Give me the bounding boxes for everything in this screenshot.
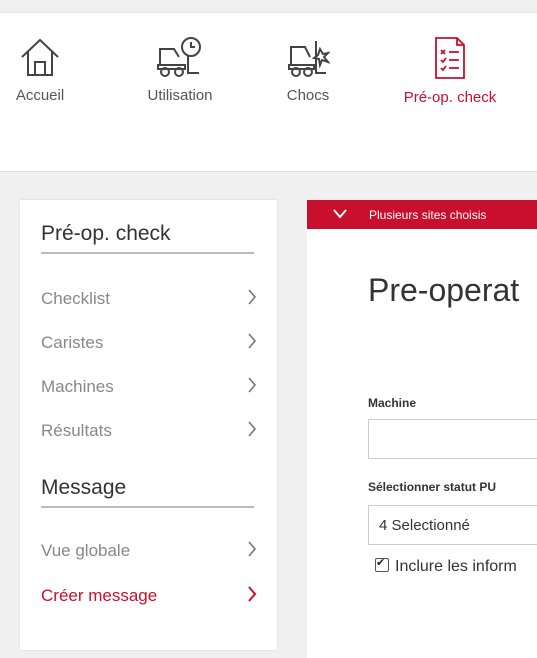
divider xyxy=(41,506,254,508)
site-selection-banner[interactable]: Plusieurs sites choisis xyxy=(307,200,537,229)
nav-item-accueil[interactable]: Accueil xyxy=(4,35,76,104)
include-info-row[interactable]: Inclure les inform xyxy=(375,556,517,576)
machine-input[interactable] xyxy=(368,419,537,459)
nav-item-chocs[interactable]: Chocs xyxy=(272,35,344,104)
status-label: Sélectionner statut PU xyxy=(368,480,497,494)
forklift-clock-icon xyxy=(157,37,201,77)
chevron-right-icon xyxy=(248,586,257,602)
sidebar-item-machines[interactable]: Machines xyxy=(41,377,257,401)
status-select-value: 4 Selectionné xyxy=(379,517,470,534)
sidebar-item-label: Machines xyxy=(41,377,114,396)
machine-label: Machine xyxy=(368,396,417,410)
sidebar-item-label: Checklist xyxy=(41,289,110,308)
sidebar-section-title: Pré-op. check xyxy=(41,222,171,245)
sidebar-item-resultats[interactable]: Résultats xyxy=(41,421,257,445)
home-icon xyxy=(21,38,59,76)
nav-label: Accueil xyxy=(15,87,65,104)
chevron-right-icon xyxy=(248,377,257,393)
sidebar-item-creer-message[interactable]: Créer message xyxy=(41,586,257,610)
nav-label: Utilisation xyxy=(147,87,213,104)
sidebar-item-label: Créer message xyxy=(41,586,158,605)
divider xyxy=(41,252,254,254)
forklift-impact-icon xyxy=(288,41,330,77)
sidebar-section-title: Message xyxy=(41,476,127,499)
checkbox-label: Inclure les inform xyxy=(395,558,517,575)
sidebar-item-label: Caristes xyxy=(41,333,104,352)
sidebar-item-label: Vue globale xyxy=(41,541,131,560)
chevron-down-icon xyxy=(333,209,347,219)
nav-item-pre-op-check[interactable]: Pré-op. check xyxy=(390,35,510,106)
nav-label: Pré-op. check xyxy=(403,89,497,106)
sidebar-item-label: Résultats xyxy=(41,421,112,440)
page-title: Pre-operat xyxy=(368,272,520,308)
include-info-checkbox[interactable] xyxy=(375,556,389,572)
sidebar-item-vue-globale[interactable]: Vue globale xyxy=(41,541,257,565)
nav-label: Chocs xyxy=(286,87,330,104)
sidebar: Pré-op. check Checklist Caristes Machine… xyxy=(20,200,277,650)
chevron-right-icon xyxy=(248,541,257,557)
banner-text: Plusieurs sites choisis xyxy=(369,208,487,222)
chevron-right-icon xyxy=(248,289,257,305)
nav-item-utilisation[interactable]: Utilisation xyxy=(132,35,228,104)
status-select[interactable]: 4 Selectionné xyxy=(368,505,537,545)
sidebar-item-caristes[interactable]: Caristes xyxy=(41,333,257,357)
checklist-icon xyxy=(435,37,465,79)
main-panel: Plusieurs sites choisis Pre-operat Machi… xyxy=(307,200,537,658)
chevron-right-icon xyxy=(248,421,257,437)
sidebar-item-checklist[interactable]: Checklist xyxy=(41,289,257,313)
top-navigation: Accueil Utilisation Chocs Pré-op. check xyxy=(0,12,537,172)
chevron-right-icon xyxy=(248,333,257,349)
